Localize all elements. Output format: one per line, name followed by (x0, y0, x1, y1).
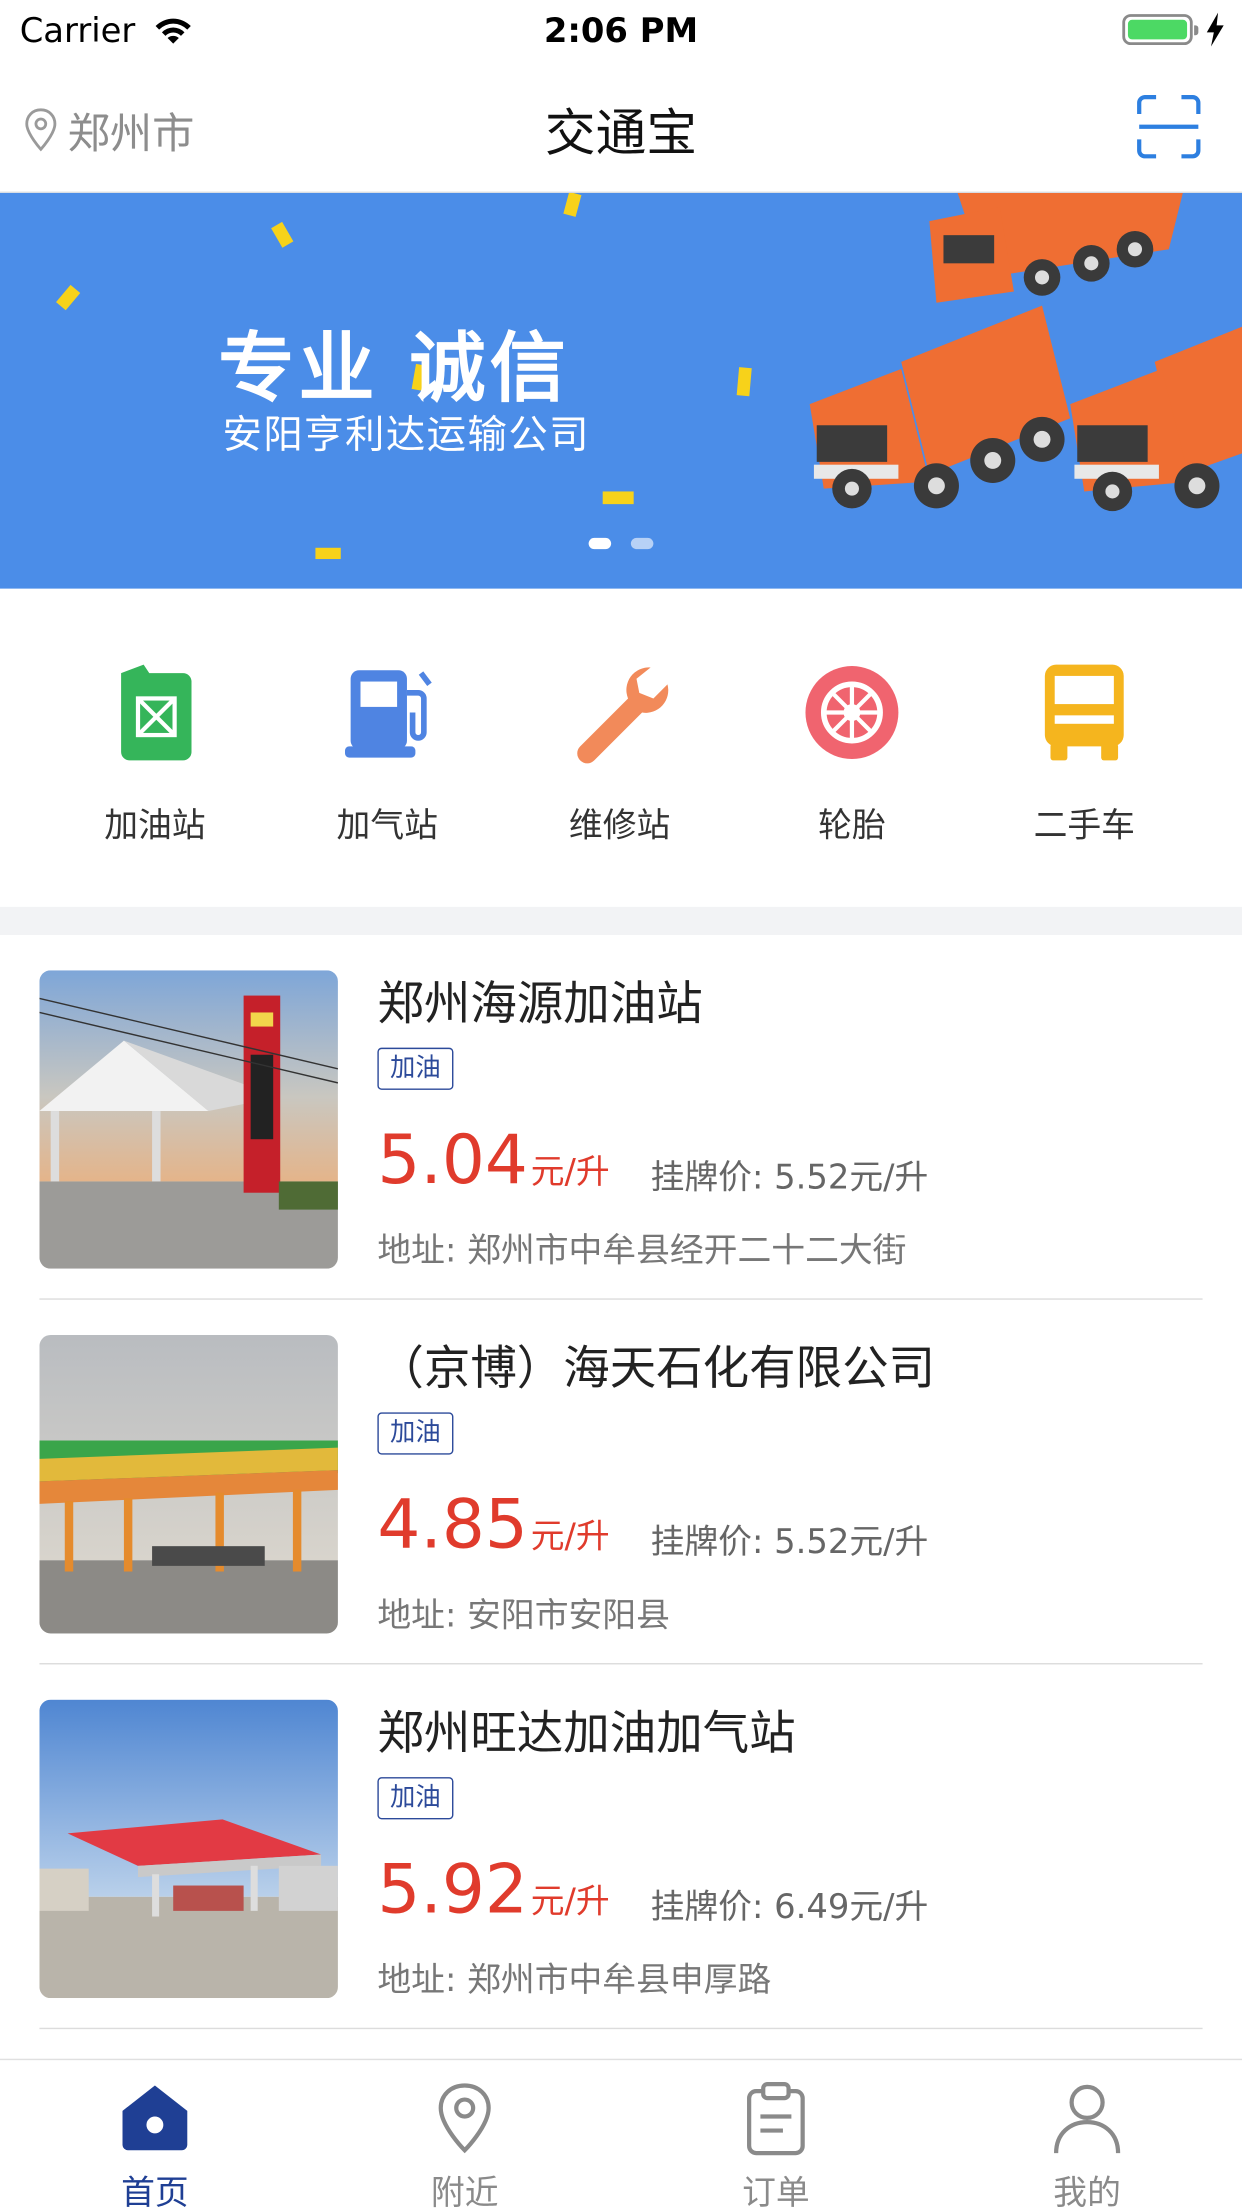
fuel-can-icon (121, 664, 192, 761)
home-icon (122, 2085, 188, 2151)
price: 5.04 元/升 (377, 1121, 609, 1200)
page-dot-1[interactable] (588, 537, 612, 550)
price-unit: 元/升 (530, 1881, 610, 1921)
station-list-item[interactable]: 郑州旺达加油加气站 加油 5.92 元/升 挂牌价: 6.49元/升 地址: 郑州… (0, 1664, 1242, 2030)
list-price: 挂牌价: 6.49元/升 (650, 1886, 929, 1927)
gas-pump-icon (344, 670, 432, 758)
category-label: 加气站 (336, 805, 438, 845)
price: 5.92 元/升 (377, 1850, 609, 1929)
scan-icon[interactable] (1135, 93, 1203, 161)
station-photo (39, 1334, 338, 1634)
truck-illustration (56, 192, 1242, 560)
station-photo (39, 970, 338, 1269)
truck-icon (1044, 664, 1124, 761)
category-label: 二手车 (1033, 805, 1135, 845)
category-label: 加油站 (104, 805, 206, 845)
price-unit: 元/升 (530, 1516, 610, 1557)
list-price: 挂牌价: 5.52元/升 (650, 1522, 929, 1562)
page-dot-2[interactable] (630, 537, 654, 550)
station-address: 地址: 郑州市中牟县经开二十二大街 (377, 1230, 907, 1271)
category-cng-station[interactable]: 加气站 (275, 659, 500, 846)
station-list: 郑州海源加油站 加油 5.04 元/升 挂牌价: 5.52元/升 地址: 郑州市中… (0, 935, 1242, 2030)
banner-subtitle: 安阳亨利达运输公司 (222, 411, 591, 458)
station-address: 地址: 安阳市安阳县 (377, 1595, 670, 1635)
fuel-tag: 加油 (377, 1047, 454, 1090)
category-used-car[interactable]: 二手车 (972, 659, 1197, 846)
station-list-item[interactable]: （京博）海天石化有限公司 加油 4.85 元/升 挂牌价: 5.52元/升 地址:… (0, 1300, 1242, 1665)
banner-page-indicator (0, 537, 1242, 550)
app-screen: Carrier 2:06 PM 郑州市 交通宝 专业 诚信 安阳亨利达运输公司 … (0, 0, 1242, 2208)
station-name: 郑州旺达加油加气站 (377, 1705, 796, 1761)
page-title: 交通宝 (544, 105, 698, 164)
tab-home[interactable]: 首页 (70, 2080, 239, 2208)
category-gas-station[interactable]: 加油站 (42, 659, 267, 846)
charging-bolt-icon (1206, 12, 1224, 47)
price: 4.85 元/升 (377, 1486, 609, 1565)
banner-title: 专业 诚信 (218, 323, 571, 413)
user-icon (1054, 2084, 1121, 2154)
price-value: 5.04 (377, 1120, 528, 1200)
station-name: （京博）海天石化有限公司 (377, 1340, 936, 1396)
nav-bar: 郑州市 交通宝 (0, 62, 1242, 193)
station-name: 郑州海源加油站 (377, 975, 703, 1031)
category-label: 轮胎 (818, 805, 886, 845)
wrench-icon (577, 667, 669, 764)
station-address: 地址: 郑州市中牟县申厚路 (377, 1960, 772, 2000)
tire-icon (805, 666, 899, 759)
category-tire[interactable]: 轮胎 (739, 659, 964, 846)
tab-bar: 首页 附近 订单 我的 (0, 2058, 1242, 2208)
category-menu: 加油站 加气站 维修站 轮胎 二手车 (0, 589, 1242, 907)
section-divider (0, 906, 1242, 936)
tab-nearby[interactable]: 附近 (380, 2080, 549, 2208)
battery-icon (1122, 14, 1199, 46)
tab-mine[interactable]: 我的 (1003, 2080, 1172, 2208)
fuel-tag: 加油 (377, 1412, 454, 1455)
tab-label: 首页 (121, 2172, 189, 2208)
clipboard-icon (747, 2081, 805, 2156)
tab-label: 附近 (430, 2172, 499, 2208)
price-value: 5.92 (377, 1850, 528, 1930)
price-unit: 元/升 (530, 1151, 610, 1192)
location-pin-icon (438, 2083, 491, 2154)
promo-banner[interactable]: 专业 诚信 安阳亨利达运输公司 (0, 192, 1242, 589)
price-value: 4.85 (377, 1485, 528, 1565)
list-price: 挂牌价: 5.52元/升 (650, 1157, 929, 1197)
row-divider (39, 2027, 1203, 2030)
clock: 2:06 PM (543, 11, 699, 51)
status-bar: Carrier 2:06 PM (0, 0, 1242, 62)
category-repair[interactable]: 维修站 (507, 659, 732, 846)
tab-label: 订单 (742, 2172, 810, 2208)
station-list-item[interactable]: 郑州海源加油站 加油 5.04 元/升 挂牌价: 5.52元/升 地址: 郑州市中… (0, 935, 1242, 1300)
tab-label: 我的 (1053, 2172, 1121, 2208)
category-label: 维修站 (568, 805, 671, 845)
tab-orders[interactable]: 订单 (691, 2080, 860, 2208)
station-photo (39, 1699, 338, 1999)
fuel-tag: 加油 (377, 1777, 454, 1820)
